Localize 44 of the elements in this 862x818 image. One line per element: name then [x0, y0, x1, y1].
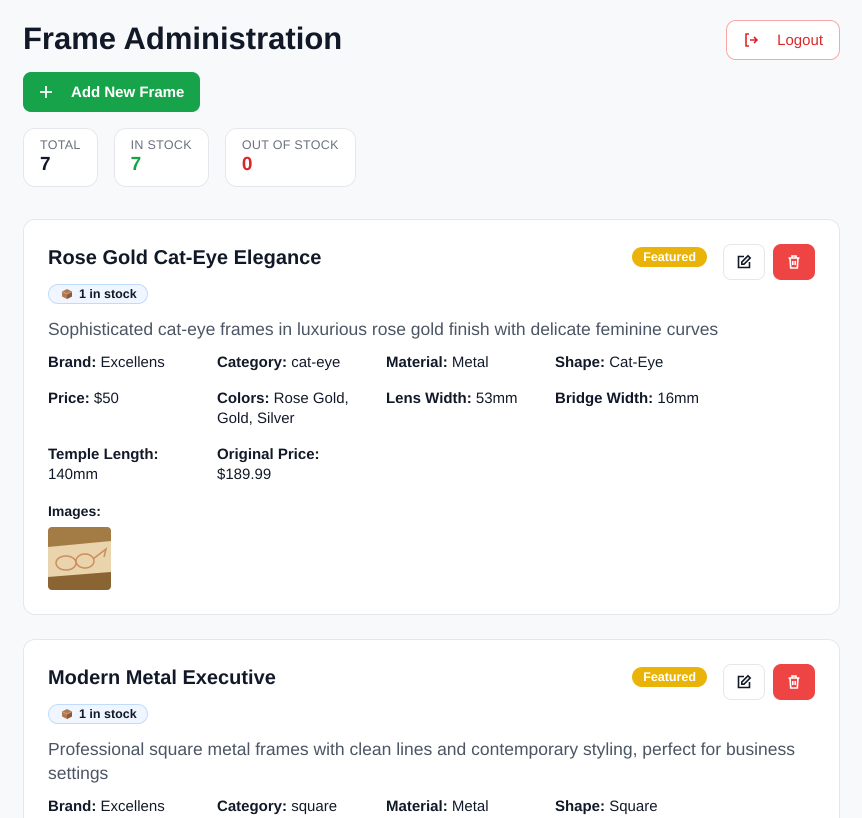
package-icon — [61, 288, 73, 300]
detail-text: Colors: Rose Gold, Gold, Silver — [217, 389, 350, 429]
trash-icon — [786, 254, 802, 270]
edit-icon — [736, 674, 752, 690]
detail-text: Brand: Excellens — [48, 353, 166, 373]
frame-name: Rose Gold Cat-Eye Elegance — [48, 247, 322, 270]
trash-icon — [786, 674, 802, 690]
frame-name: Modern Metal Executive — [48, 667, 277, 690]
stat-label: TOTAL — [40, 138, 81, 152]
add-frame-button[interactable]: Add New Frame — [23, 72, 200, 112]
detail-text: Temple Length: 140mm — [48, 445, 160, 485]
detail-text: Original Price: $189.99 — [217, 445, 321, 485]
detail-text: Brand: Excellens — [48, 797, 166, 817]
delete-button[interactable] — [773, 244, 815, 280]
featured-badge: Featured — [632, 667, 707, 687]
detail-text: Material: Metal — [386, 797, 490, 817]
stat-value: 7 — [130, 154, 142, 176]
stock-count: 1 in stock — [79, 287, 137, 301]
logout-button[interactable]: Logout — [726, 20, 840, 60]
edit-button[interactable] — [723, 664, 765, 700]
delete-button[interactable] — [773, 664, 815, 700]
detail-text: Shape: Cat-Eye — [555, 353, 664, 373]
detail-text: Bridge Width: 16mm — [555, 389, 700, 409]
frame-description: Professional square metal frames with clean lines and contemporary styling, perfect for business settings — [48, 738, 796, 785]
edit-button[interactable] — [723, 244, 765, 280]
stat-label: IN STOCK — [130, 138, 192, 152]
detail-text: Category: square — [217, 797, 338, 817]
images-label: Images: — [48, 503, 102, 519]
detail-text: Lens Width: 53mm — [386, 389, 519, 409]
detail-text: Price: $50 — [48, 389, 120, 409]
detail-text: Shape: Square — [555, 797, 659, 817]
detail-text: Category: cat-eye — [217, 353, 342, 373]
page-title: Frame Administration — [23, 20, 342, 58]
stock-count: 1 in stock — [79, 707, 137, 721]
package-icon — [61, 708, 73, 720]
featured-badge: Featured — [632, 247, 707, 267]
edit-icon — [736, 254, 752, 270]
logout-icon — [743, 32, 760, 48]
stat-value: 0 — [242, 154, 254, 176]
stat-value: 7 — [40, 154, 52, 176]
frame-description: Sophisticated cat-eye frames in luxurious rose gold finish with delicate feminine curves — [48, 318, 720, 341]
stat-label: OUT OF STOCK — [242, 138, 339, 152]
detail-text: Material: Metal — [386, 353, 490, 373]
plus-icon — [39, 85, 53, 99]
